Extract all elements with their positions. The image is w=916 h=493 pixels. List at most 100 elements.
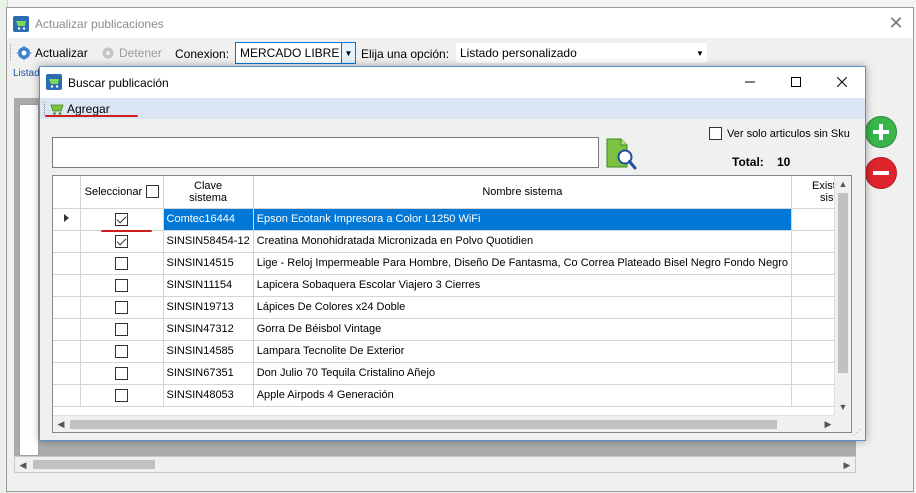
grid-horizontal-scrollbar[interactable]: ◀ ▶ [53, 415, 836, 432]
toolbar-grip[interactable] [10, 44, 13, 61]
scroll-right-icon[interactable]: ▶ [821, 417, 835, 431]
table-row[interactable]: SINSIN48053 Apple Airpods 4 Generación [53, 384, 851, 407]
scroll-left-icon[interactable]: ◀ [16, 458, 30, 472]
clave-cell[interactable]: SINSIN48053 [163, 384, 254, 407]
row-header[interactable] [53, 274, 82, 297]
column-header-seleccionar[interactable]: Seleccionar [80, 176, 164, 209]
close-button[interactable] [819, 68, 865, 96]
table-row[interactable]: SINSIN67351 Don Julio 70 Tequila Cristali… [53, 362, 851, 385]
clave-cell[interactable]: Comtec16444 [163, 208, 254, 231]
table-row[interactable]: SINSIN14515 Lige - Reloj Impermeable Para… [53, 252, 851, 275]
outer-hscroll-thumb[interactable] [33, 460, 155, 469]
seleccionar-cell [80, 384, 164, 407]
clave-cell[interactable]: SINSIN19713 [163, 296, 254, 319]
row-select-checkbox[interactable] [115, 388, 129, 402]
remove-circle-icon[interactable] [865, 157, 897, 189]
ver-solo-checkbox[interactable] [709, 127, 722, 140]
nombre-cell[interactable]: Gorra De Béisbol Vintage [253, 318, 793, 341]
row-header[interactable] [53, 362, 82, 385]
nombre-cell[interactable]: Don Julio 70 Tequila Cristalino Añejo [253, 362, 793, 385]
nombre-cell[interactable]: Lige - Reloj Impermeable Para Hombre, Di… [253, 252, 793, 275]
row-header[interactable] [53, 318, 82, 341]
nombre-cell[interactable]: Lapicera Sobaquera Escolar Viajero 3 Cie… [253, 274, 793, 297]
grid-hscroll-thumb[interactable] [70, 420, 777, 429]
clave-cell[interactable]: SINSIN14515 [163, 252, 254, 275]
detener-button[interactable]: Detener [100, 43, 162, 63]
row-header[interactable] [53, 252, 82, 275]
row-select-checkbox[interactable] [115, 344, 129, 358]
grid-vscroll-thumb[interactable] [838, 193, 848, 373]
scroll-up-icon[interactable]: ▲ [836, 177, 850, 191]
table-header-row: Seleccionar Clave sistema Nombre sistema… [53, 176, 851, 209]
total-value: 10 [777, 155, 791, 169]
table-row[interactable]: SINSIN47312 Gorra De Béisbol Vintage [53, 318, 851, 341]
row-select-checkbox[interactable] [115, 256, 129, 270]
minimize-icon [745, 81, 755, 83]
dialog-titlebar: Buscar publicación [40, 67, 865, 98]
clave-cell[interactable]: SINSIN11154 [163, 274, 254, 297]
scroll-down-icon[interactable]: ▼ [836, 400, 850, 414]
search-input[interactable] [52, 137, 599, 168]
select-all-checkbox[interactable] [146, 185, 160, 199]
publicaciones-grid: Seleccionar Clave sistema Nombre sistema… [52, 175, 852, 433]
row-header[interactable] [53, 384, 82, 407]
table-row[interactable]: SINSIN58454-12 Creatina Monohidratada Mic… [53, 230, 851, 253]
row-select-checkbox[interactable] [115, 322, 129, 336]
row-select-checkbox[interactable] [115, 366, 129, 380]
row-select-checkbox[interactable] [115, 234, 129, 248]
scroll-left-icon[interactable]: ◀ [54, 417, 68, 431]
nombre-cell[interactable]: Lampara Tecnolite De Exterior [253, 340, 793, 363]
table-row[interactable]: SINSIN11154 Lapicera Sobaquera Escolar Vi… [53, 274, 851, 297]
row-header[interactable] [53, 296, 82, 319]
clave-cell[interactable]: SINSIN47312 [163, 318, 254, 341]
clave-cell[interactable]: SINSIN14585 [163, 340, 254, 363]
conexion-select[interactable]: MERCADO LIBRE ▼ [235, 42, 356, 64]
detener-gear-icon [102, 47, 114, 59]
table-row[interactable]: SINSIN14585 Lampara Tecnolite De Exterior [53, 340, 851, 363]
dropdown-arrow-icon[interactable]: ▼ [693, 43, 707, 63]
dropdown-arrow-icon[interactable]: ▼ [341, 43, 355, 63]
resize-grip-icon[interactable]: ⋰ [853, 428, 863, 438]
row-header[interactable] [53, 340, 82, 363]
column-header-nombre[interactable]: Nombre sistema [253, 176, 793, 209]
table-row[interactable]: Comtec16444 Epson Ecotank Impresora a Col… [53, 208, 851, 231]
minimize-button[interactable] [727, 68, 773, 96]
search-button[interactable] [605, 137, 638, 171]
app-cart-icon [46, 74, 62, 90]
ver-solo-checkbox-row[interactable]: Ver solo articulos sin Sku [709, 127, 850, 140]
row-header[interactable] [53, 208, 82, 231]
grid-vertical-scrollbar[interactable]: ▲ ▼ [834, 176, 851, 417]
maximize-icon [791, 77, 801, 87]
table-row[interactable]: SINSIN19713 Lápices De Colores x24 Doble [53, 296, 851, 319]
clave-cell[interactable]: SINSIN67351 [163, 362, 254, 385]
opcion-select[interactable]: Listado personalizado ▼ [455, 42, 708, 64]
outer-horizontal-scrollbar[interactable]: ◀ ▶ [14, 456, 856, 473]
buscar-publicacion-dialog: Buscar publicación Agregar Ver solo arti… [39, 66, 866, 441]
nombre-cell[interactable]: Creatina Monohidratada Micronizada en Po… [253, 230, 793, 253]
row-header[interactable] [53, 230, 82, 253]
maximize-button[interactable] [773, 68, 819, 96]
outer-window-title: Actualizar publicaciones [35, 17, 164, 31]
detener-label: Detener [119, 46, 162, 60]
seleccionar-cell [80, 208, 164, 231]
row-select-checkbox[interactable] [115, 212, 129, 226]
conexion-value: MERCADO LIBRE [240, 46, 340, 60]
seleccionar-cell [80, 274, 164, 297]
column-header-clave[interactable]: Clave sistema [163, 176, 254, 209]
outer-close-button[interactable]: ✕ [885, 12, 907, 34]
menubar-grip[interactable] [44, 102, 46, 115]
agregar-label: Agregar [67, 101, 110, 116]
actualizar-button[interactable]: Actualizar [16, 43, 88, 63]
row-select-checkbox[interactable] [115, 278, 129, 292]
add-circle-icon[interactable] [865, 116, 897, 148]
row-select-checkbox[interactable] [115, 300, 129, 314]
nombre-cell[interactable]: Epson Ecotank Impresora a Color L1250 Wi… [253, 208, 793, 231]
nombre-cell[interactable]: Lápices De Colores x24 Doble [253, 296, 793, 319]
seleccionar-cell [80, 230, 164, 253]
clave-cell[interactable]: SINSIN58454-12 [163, 230, 254, 253]
close-icon: ✕ [888, 13, 904, 33]
outer-tab-label[interactable]: Listad [13, 68, 40, 79]
main-toolbar: Actualizar Detener Conexion: MERCADO LIB… [7, 39, 913, 66]
scroll-right-icon[interactable]: ▶ [840, 458, 854, 472]
nombre-cell[interactable]: Apple Airpods 4 Generación [253, 384, 793, 407]
